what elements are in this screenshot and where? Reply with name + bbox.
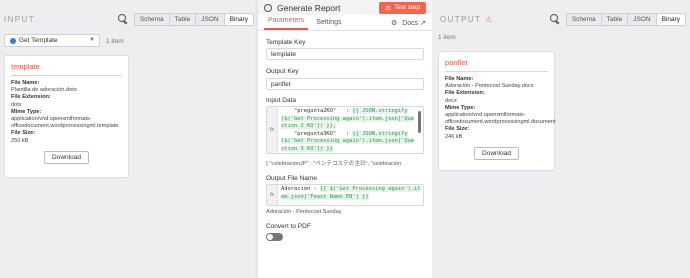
input-data-code: "pregunta2KO" : {{ JSON.stringify ($('Ge…: [281, 108, 415, 152]
docs-area: ⚙ Docs ↗: [391, 19, 426, 27]
file-ext-value: dotx: [11, 101, 22, 108]
output-key-label: Output Key: [266, 68, 299, 75]
input-data-label: Input Data: [266, 97, 296, 104]
search-icon[interactable]: [549, 14, 560, 24]
output-panel: OUTPUT ⚠ Schema Table JSON Binary 1 item …: [432, 0, 690, 278]
docs-link[interactable]: Docs ↗: [402, 19, 426, 27]
input-view-json[interactable]: JSON: [195, 13, 224, 25]
input-header: INPUT Schema Table JSON Binary: [4, 12, 254, 26]
input-node-select-value: Get Template: [19, 37, 58, 44]
docs-label: Docs: [402, 20, 419, 27]
output-file-key: panflet: [445, 58, 468, 67]
node-panel: Generate Report ⚖ Test step Parameters Se…: [258, 0, 432, 278]
tab-settings[interactable]: Settings: [312, 19, 345, 30]
output-file-code: Adoración - {{ $('Get Processing again')…: [281, 186, 421, 200]
output-header: OUTPUT ⚠ Schema Table JSON Binary: [436, 12, 686, 26]
output-view-schema[interactable]: Schema: [566, 13, 601, 25]
template-key-input[interactable]: template: [266, 48, 424, 60]
flask-icon: ⚖: [385, 4, 391, 12]
input-node-select[interactable]: Get Template ▼: [4, 34, 100, 47]
input-view-toggle: Schema Table JSON Binary: [133, 12, 254, 26]
node-icon: [10, 37, 16, 44]
mime-value-line2: officedocument.wordprocessingml.template: [11, 123, 119, 130]
input-view-table[interactable]: Table: [168, 13, 196, 25]
node-header: Generate Report ⚖ Test step: [258, 0, 432, 15]
file-size-label: File Size:: [445, 126, 470, 133]
divider: [445, 71, 548, 72]
search-icon[interactable]: [117, 14, 128, 24]
output-title-text: OUTPUT: [440, 14, 482, 24]
input-file-meta: File Name: Plantilla de adoración.dotx F…: [5, 80, 128, 145]
output-view-table[interactable]: Table: [600, 13, 628, 25]
file-size-label: File Size:: [11, 130, 36, 137]
node-title[interactable]: Generate Report: [277, 3, 379, 13]
node-tabs: Parameters Settings ⚙ Docs ↗: [258, 15, 432, 31]
chevron-down-icon: ▼: [89, 37, 95, 43]
output-view-binary[interactable]: Binary: [655, 13, 685, 25]
test-step-button[interactable]: ⚖ Test step: [379, 1, 426, 14]
file-name-value: Plantilla de adoración.dotx: [11, 87, 77, 94]
external-link-icon: ↗: [420, 20, 426, 27]
input-data-editor[interactable]: fx "pregunta2KO" : {{ JSON.stringify ($(…: [266, 106, 424, 154]
expression-icon: fx: [267, 107, 278, 153]
output-file-preview: Adoración - Pentecost Sunday: [266, 209, 342, 215]
template-key-label: Template Key: [266, 39, 306, 46]
warning-icon[interactable]: ⚠: [485, 15, 494, 24]
output-key-input[interactable]: panflet: [266, 78, 424, 90]
mime-value-line2: officedocument.wordprocessingml.document: [445, 119, 556, 126]
convert-pdf-label: Convert to PDF: [266, 223, 311, 230]
settings-icon[interactable]: ⚙: [391, 19, 397, 27]
file-size-value: 250 kB: [11, 137, 29, 144]
input-file-key: template: [11, 62, 40, 71]
divider: [11, 75, 122, 76]
mime-label: Mime Type:: [445, 104, 476, 111]
input-item-count: 1 item: [106, 38, 124, 45]
mime-value-line1: application/vnd.openxmlformats-: [445, 112, 526, 119]
output-file-card: panflet File Name: Adoración - Pentecost…: [438, 51, 556, 171]
output-file-label: Output File Name: [266, 175, 317, 182]
output-view-json[interactable]: JSON: [627, 13, 656, 25]
output-view-toggle: Schema Table JSON Binary: [565, 12, 686, 26]
convert-pdf-toggle[interactable]: [266, 233, 283, 241]
output-download-button[interactable]: Download: [474, 146, 519, 160]
mime-value-line1: application/vnd.openxmlformats-: [11, 116, 92, 123]
input-view-binary[interactable]: Binary: [223, 13, 253, 25]
file-ext-value: docx: [445, 97, 457, 104]
file-name-label: File Name:: [11, 80, 40, 86]
expression-icon: fx: [267, 185, 278, 205]
input-download-button[interactable]: Download: [44, 150, 89, 164]
output-item-count: 1 item: [438, 34, 456, 41]
file-name-label: File Name:: [445, 76, 474, 82]
input-title: INPUT: [4, 15, 118, 24]
file-ext-label: File Extension:: [445, 90, 485, 97]
file-size-value: 246 kB: [445, 133, 463, 140]
node-icon: [264, 3, 272, 12]
input-data-scrollbar[interactable]: [418, 111, 421, 133]
input-view-schema[interactable]: Schema: [134, 13, 169, 25]
input-panel: INPUT Schema Table JSON Binary Get Templ…: [0, 0, 258, 278]
tab-parameters[interactable]: Parameters: [264, 17, 309, 30]
mime-label: Mime Type:: [11, 108, 42, 115]
output-title: OUTPUT ⚠: [436, 15, 550, 24]
input-data-preview: { "celebracionJP" : "ペンテコステの主日", "celebr…: [266, 161, 402, 167]
output-file-editor[interactable]: fx Adoración - {{ $('Get Processing agai…: [266, 184, 424, 206]
input-file-card: template File Name: Plantilla de adoraci…: [4, 55, 129, 178]
output-file-meta: File Name: Adoración - Pentecost Sunday.…: [439, 76, 556, 141]
input-title-text: INPUT: [4, 14, 35, 24]
file-ext-label: File Extension:: [11, 94, 51, 101]
file-name-value: Adoración - Pentecost Sunday.docx: [445, 83, 534, 90]
test-step-label: Test step: [393, 4, 420, 11]
